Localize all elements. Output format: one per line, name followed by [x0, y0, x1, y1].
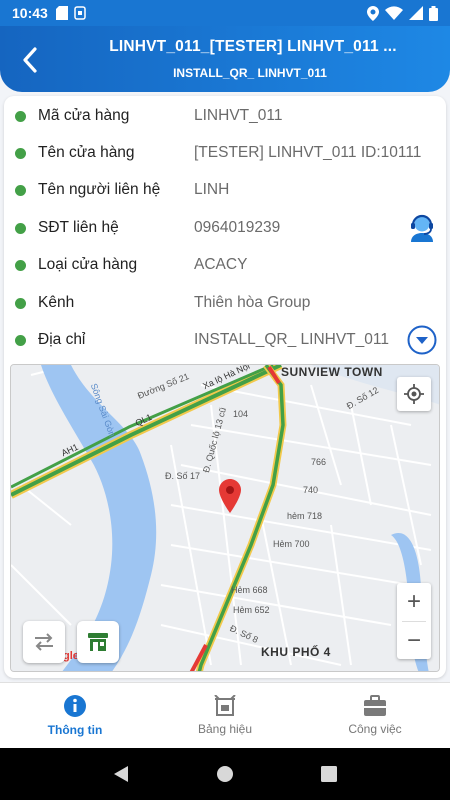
triangle-back-icon: [114, 766, 129, 782]
swap-arrows-icon: [35, 633, 53, 651]
app-header: LINHVT_011_[TESTER] LINHVT_011 ... INSTA…: [0, 26, 450, 92]
map-label-khupho: KHU PHỐ 4: [261, 645, 331, 659]
info-value: LINH: [194, 181, 230, 198]
status-dot: [15, 297, 26, 309]
square-recents-icon: [320, 766, 337, 782]
zoom-in-button[interactable]: +: [397, 583, 431, 621]
info-value: [TESTER] LINHVT_011 ID:10111: [194, 144, 422, 161]
system-recents-button[interactable]: [320, 766, 337, 782]
tab-label: Công việc: [348, 722, 402, 736]
sim-icon: [74, 6, 86, 20]
tab-info[interactable]: Thông tin: [0, 683, 150, 748]
system-home-button[interactable]: [216, 765, 234, 783]
tab-tasks[interactable]: Công việc: [300, 683, 450, 748]
tab-label: Bảng hiệu: [197, 722, 253, 736]
info-value: Thiên hòa Group: [194, 294, 311, 311]
map-label-sunview: SUNVIEW TOWN: [281, 365, 383, 379]
info-row-store-type: Loại cửa hàng ACACY: [4, 247, 446, 283]
info-row-contact-name: Tên người liên hệ LINH: [4, 172, 446, 208]
map-label-hem718: hẻm 718: [287, 511, 323, 521]
status-dot: [15, 147, 26, 159]
info-value: LINHVT_011: [194, 107, 283, 124]
info-icon: [64, 695, 86, 717]
contact-support-icon: [411, 214, 433, 242]
battery-icon: [429, 5, 438, 21]
circle-home-icon: [216, 766, 233, 782]
chevron-left-icon: [23, 47, 37, 73]
status-bar: 10:43: [0, 0, 450, 26]
signal-icon: [409, 6, 423, 20]
status-dot: [15, 184, 26, 196]
info-row-store-name: Tên cửa hàng [TESTER] LINHVT_011 ID:1011…: [4, 135, 446, 171]
info-label: Kênh: [38, 294, 75, 311]
map-label-hem652: Hẻm 652: [233, 605, 270, 615]
page-subtitle: INSTALL_QR_ LINHVT_011: [173, 66, 327, 80]
info-row-channel: Kênh Thiên hòa Group: [4, 285, 446, 321]
info-label: Địa chỉ: [38, 331, 86, 348]
map-label-740: 740: [303, 485, 319, 495]
info-label: SĐT liên hệ: [38, 219, 119, 236]
info-label: Tên người liên hệ: [38, 181, 161, 198]
map-view[interactable]: SUNVIEW TOWN Đường Số 21 Xa lộ Hà Nội Đ.…: [10, 364, 440, 672]
map-pin-icon: [219, 479, 241, 513]
sd-card-icon: [55, 6, 68, 20]
page-title: LINHVT_011_[TESTER] LINHVT_011 ...: [109, 38, 397, 55]
info-label: Loại cửa hàng: [38, 256, 138, 273]
wifi-icon: [385, 6, 403, 20]
store-location-pin[interactable]: [219, 479, 241, 518]
map-label-hem668: Hẻm 668: [231, 585, 268, 595]
info-row-store-code: Mã cửa hàng LINHVT_011: [4, 98, 446, 134]
map-label-104: 104: [233, 409, 249, 419]
tab-signboard[interactable]: Bảng hiệu: [150, 683, 300, 748]
signboard-icon: [214, 695, 236, 716]
swap-button[interactable]: [23, 621, 65, 663]
status-dot: [15, 222, 26, 234]
info-row-address: Địa chỉ INSTALL_QR_ LINHVT_011: [4, 322, 446, 358]
map-label-766: 766: [311, 457, 327, 467]
briefcase-icon: [364, 695, 386, 716]
expand-address-button[interactable]: [406, 324, 438, 356]
crosshair-icon: [404, 384, 424, 404]
zoom-controls: + −: [397, 583, 431, 659]
zoom-out-button[interactable]: −: [397, 622, 431, 660]
status-dot: [15, 110, 26, 122]
system-back-button[interactable]: [113, 765, 129, 783]
info-value: INSTALL_QR_ LINHVT_011: [194, 331, 389, 348]
info-label: Mã cửa hàng: [38, 107, 130, 124]
system-navigation-bar: [0, 748, 450, 800]
my-location-button[interactable]: [397, 377, 431, 411]
map-label-hem700: Hẻm 700: [273, 539, 310, 549]
status-dot: [15, 334, 26, 346]
store-icon: [88, 633, 108, 651]
status-dot: [15, 259, 26, 271]
info-label: Tên cửa hàng: [38, 144, 135, 161]
expand-circle-icon: [407, 325, 437, 355]
location-icon: [367, 5, 379, 21]
store-info-card: Mã cửa hàng LINHVT_011 Tên cửa hàng [TES…: [4, 96, 446, 678]
info-row-contact-phone: SĐT liên hệ 0964019239: [4, 210, 446, 246]
info-value: 0964019239: [194, 219, 281, 236]
store-marker-button[interactable]: [77, 621, 119, 663]
bottom-navigation: Thông tin Bảng hiệu Công việc: [0, 682, 450, 748]
status-time: 10:43: [12, 5, 48, 21]
map-label-so-17: Đ. Số 17: [165, 471, 201, 481]
info-value: ACACY: [194, 256, 248, 273]
tab-label: Thông tin: [47, 723, 103, 737]
call-contact-button[interactable]: [406, 212, 438, 244]
back-button[interactable]: [14, 44, 46, 76]
